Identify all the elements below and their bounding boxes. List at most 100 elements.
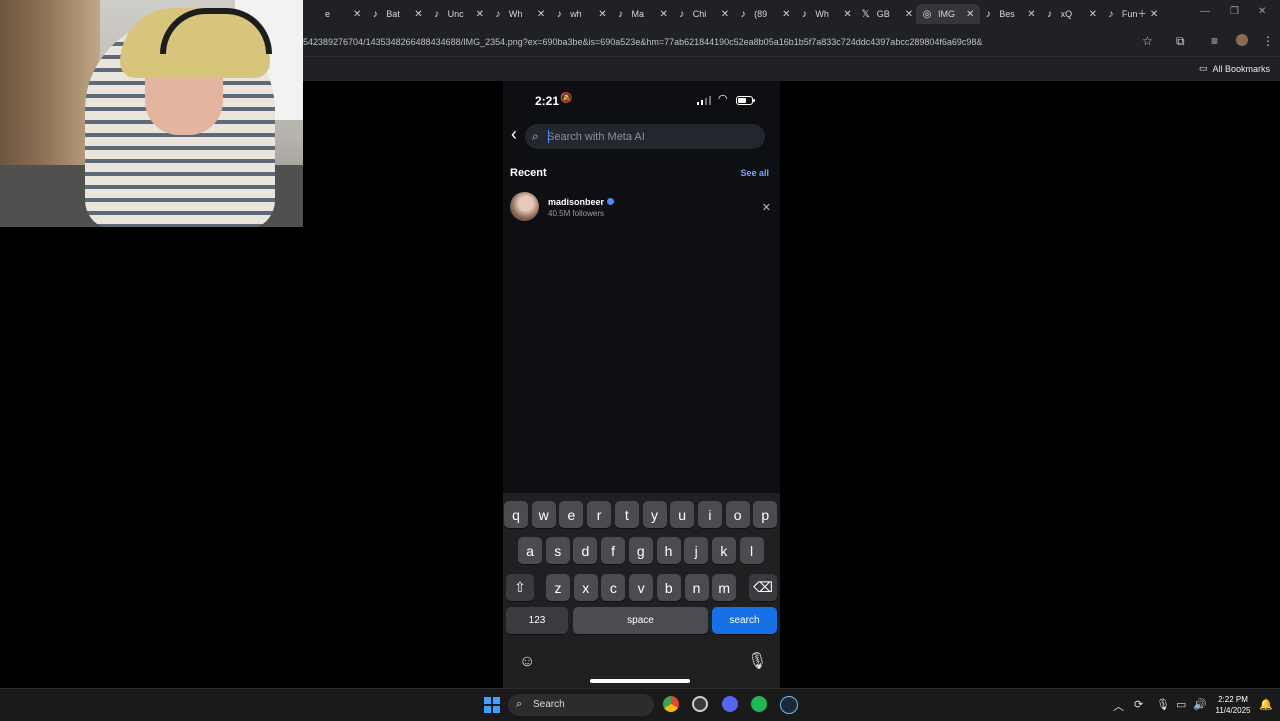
browser-tab[interactable]: 𝕏 GB ✕ [855, 4, 919, 24]
chrome-icon[interactable] [663, 696, 679, 712]
search-key[interactable]: search [712, 607, 777, 634]
browser-tab[interactable]: ♪ Fun ✕ [1100, 4, 1164, 24]
key-m[interactable]: m [712, 574, 737, 601]
browser-tab[interactable]: ♪ Wh ✕ [487, 4, 551, 24]
browser-tab[interactable]: ♪ xQ ✕ [1039, 4, 1103, 24]
browser-tab[interactable]: ◎ IMG ✕ [916, 4, 981, 24]
space-key[interactable]: space [573, 607, 708, 634]
network-icon[interactable]: ▭ [1176, 698, 1186, 711]
key-u[interactable]: u [670, 501, 695, 528]
new-tab-button[interactable]: + [1138, 5, 1146, 21]
shift-key[interactable]: ⇧ [506, 574, 534, 601]
url-text[interactable]: 542389276704/1435348266488434688/IMG_235… [303, 37, 982, 47]
see-all-link[interactable]: See all [740, 168, 769, 178]
browser-tab[interactable]: ♪ Bes ✕ [977, 4, 1041, 24]
tab-label: IMG [938, 9, 955, 19]
browser-tab[interactable]: ♪ Unc ✕ [426, 4, 490, 24]
notification-bell-icon[interactable]: 🔔 [1259, 698, 1273, 711]
profile-avatar[interactable] [1236, 34, 1248, 46]
key-j[interactable]: j [684, 537, 709, 564]
bookmark-star-icon[interactable]: ☆ [1142, 34, 1153, 48]
key-r[interactable]: r [587, 501, 612, 528]
browser-tab[interactable]: ♪ wh ✕ [548, 4, 612, 24]
key-z[interactable]: z [546, 574, 570, 601]
media-control-icon[interactable]: ≡ [1211, 34, 1218, 48]
close-tab-icon[interactable]: ✕ [966, 9, 974, 20]
taskbar-clock[interactable]: 2:22 PM 11/4/2025 [1210, 694, 1256, 716]
spotify-icon[interactable] [751, 696, 767, 712]
numbers-key[interactable]: 123 [506, 607, 568, 634]
key-b[interactable]: b [656, 574, 681, 601]
remove-recent-icon[interactable]: ✕ [762, 201, 771, 214]
muted-bell-icon: 🔕 [560, 93, 573, 104]
backspace-key[interactable]: ⌫ [749, 574, 777, 601]
all-bookmarks-button[interactable]: ▭ All Bookmarks [1199, 63, 1270, 74]
windows-start-icon[interactable] [484, 697, 500, 713]
search-input[interactable] [547, 128, 747, 145]
key-c[interactable]: c [601, 574, 626, 601]
discord-icon[interactable] [722, 696, 738, 712]
menu-icon[interactable]: ⋮ [1262, 34, 1274, 48]
restore-button[interactable]: ❐ [1230, 6, 1239, 17]
taskbar-search[interactable]: ⌕ Search [508, 694, 654, 716]
close-tab-icon[interactable]: ✕ [1027, 9, 1035, 20]
key-l[interactable]: l [739, 537, 764, 564]
key-w[interactable]: w [531, 501, 556, 528]
tray-chevron-icon[interactable]: ︿ [1113, 698, 1124, 714]
key-t[interactable]: t [614, 501, 639, 528]
tab-label: Bes [999, 9, 1015, 19]
close-tab-icon[interactable]: ✕ [353, 9, 361, 20]
back-chevron-icon[interactable]: ‹ [511, 124, 517, 145]
browser-tab[interactable]: ♪ Bat ✕ [364, 4, 428, 24]
close-tab-icon[interactable]: ✕ [537, 9, 545, 20]
key-n[interactable]: n [684, 574, 709, 601]
key-g[interactable]: g [628, 537, 653, 564]
key-v[interactable]: v [629, 574, 654, 601]
close-tab-icon[interactable]: ✕ [905, 9, 913, 20]
close-tab-icon[interactable]: ✕ [476, 9, 484, 20]
browser-tab[interactable]: ♪ (89 ✕ [732, 4, 796, 24]
address-bar[interactable]: 542389276704/1435348266488434688/IMG_235… [303, 30, 1280, 54]
close-tab-icon[interactable]: ✕ [721, 9, 729, 20]
key-y[interactable]: y [642, 501, 667, 528]
search-bar[interactable]: ⌕ [525, 124, 765, 149]
browser-tab[interactable]: ♪ Ma ✕ [610, 4, 674, 24]
folder-icon: ▭ [1198, 63, 1208, 73]
sync-icon[interactable]: ⟳ [1134, 698, 1143, 711]
close-tab-icon[interactable]: ✕ [782, 9, 790, 20]
key-d[interactable]: d [573, 537, 598, 564]
key-x[interactable]: x [573, 574, 598, 601]
key-i[interactable]: i [697, 501, 722, 528]
recent-search-item[interactable]: madisonbeer 40.5M followers ✕ [510, 192, 773, 222]
browser-tab[interactable]: ♪ Wh ✕ [793, 4, 857, 24]
volume-icon[interactable]: 🔊 [1193, 698, 1207, 711]
key-h[interactable]: h [656, 537, 681, 564]
key-a[interactable]: a [518, 537, 542, 564]
browser-tab[interactable]: ♪ Chi ✕ [671, 4, 735, 24]
extensions-icon[interactable]: ⧉ [1176, 34, 1185, 49]
close-tab-icon[interactable]: ✕ [660, 9, 668, 20]
tiktok-favicon-icon: ♪ [618, 8, 623, 20]
key-o[interactable]: o [725, 501, 750, 528]
microphone-icon[interactable]: 🎙 [1156, 698, 1170, 711]
close-tab-icon[interactable]: ✕ [598, 9, 606, 20]
steam-icon[interactable] [780, 696, 798, 714]
key-p[interactable]: p [753, 501, 778, 528]
close-tab-icon[interactable]: ✕ [1150, 9, 1158, 20]
key-e[interactable]: e [559, 501, 584, 528]
minimize-button[interactable]: — [1200, 6, 1210, 17]
microphone-icon[interactable]: 🎙 [747, 651, 767, 671]
emoji-icon[interactable]: ☺ [519, 653, 535, 671]
key-f[interactable]: f [601, 537, 626, 564]
browser-tab[interactable]: e ✕ [303, 4, 367, 24]
settings-app-icon[interactable] [692, 696, 708, 712]
key-k[interactable]: k [711, 537, 736, 564]
tab-label: GB [876, 9, 890, 19]
close-tab-icon[interactable]: ✕ [414, 9, 422, 20]
close-tab-icon[interactable]: ✕ [843, 9, 851, 20]
key-s[interactable]: s [545, 537, 570, 564]
text-caret [548, 130, 549, 143]
close-window-button[interactable]: ✕ [1258, 6, 1266, 17]
close-tab-icon[interactable]: ✕ [1089, 9, 1097, 20]
key-q[interactable]: q [504, 501, 528, 528]
